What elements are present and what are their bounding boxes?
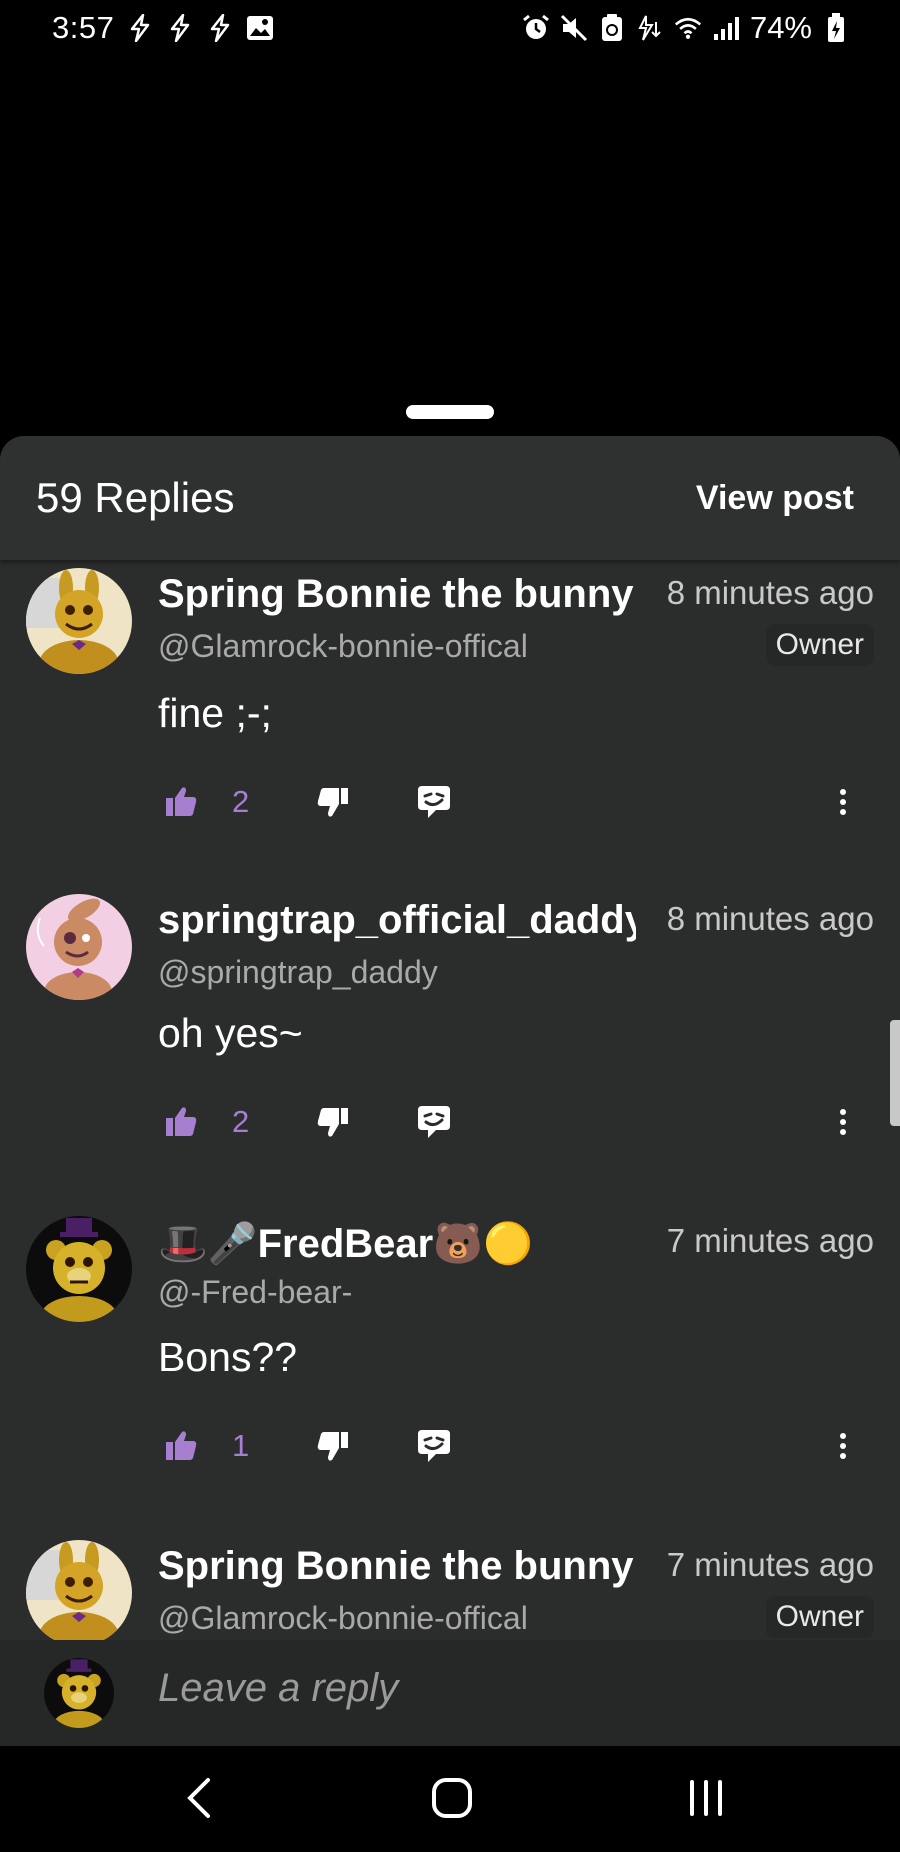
avatar[interactable] [26,1540,132,1640]
status-right: 74% [522,10,850,46]
list-item: Spring Bonnie the bunny 7 minutes ago @G… [0,1532,900,1640]
reply-icon[interactable] [414,782,454,822]
replies-list[interactable]: Spring Bonnie the bunny 8 minutes ago @G… [0,560,900,1640]
thumbs-down-icon[interactable] [312,1102,352,1142]
comment-actions: 2 [158,1102,858,1142]
owner-badge: Owner [765,1596,874,1638]
user-handle[interactable]: @springtrap_daddy [158,954,438,991]
list-item: Spring Bonnie the bunny 8 minutes ago @G… [0,560,900,882]
avatar[interactable] [26,1216,132,1322]
status-left: 3:57 [52,10,274,46]
flash-icon [206,14,234,42]
replies-count: 59 Replies [36,474,235,521]
reply-input[interactable]: Leave a reply [158,1666,398,1711]
thumbs-down-icon[interactable] [312,782,352,822]
avatar[interactable] [26,894,132,1000]
system-nav-bar [0,1746,900,1852]
username[interactable]: 🎩🎤FredBear🐻🟡 [158,1220,636,1267]
avatar [44,1658,114,1728]
status-bar: 3:57 74% [0,0,900,56]
flash-icon [166,14,194,42]
username[interactable]: Spring Bonnie the bunny [158,1544,636,1589]
reply-icon[interactable] [414,1426,454,1466]
timestamp: 7 minutes ago [666,1222,874,1259]
comment-text: Bons?? [158,1334,298,1380]
reply-icon[interactable] [414,1102,454,1142]
recents-icon[interactable] [676,1768,736,1828]
thumbs-down-icon[interactable] [312,1426,352,1466]
alarm-icon [522,14,550,42]
user-handle[interactable]: @Glamrock-bonnie-offical [158,628,528,665]
more-options-icon[interactable] [828,782,858,822]
scrollbar[interactable] [890,1020,900,1126]
sheet-header: 59 Replies View post [0,436,900,560]
signal-icon [712,14,740,42]
comment-text: oh yes~ [158,1010,303,1056]
gallery-icon [246,14,274,42]
comment-actions: 1 [158,1426,858,1466]
timestamp: 7 minutes ago [666,1546,874,1583]
timestamp: 8 minutes ago [666,574,874,611]
user-handle[interactable]: @-Fred-bear- [158,1274,352,1311]
back-icon[interactable] [170,1768,230,1828]
sync-icon [598,14,626,42]
home-icon[interactable] [422,1768,482,1828]
wifi-icon [674,14,702,42]
battery-percent: 74% [749,10,812,45]
battery-icon [822,13,850,42]
more-options-icon[interactable] [828,1426,858,1466]
username[interactable]: Spring Bonnie the bunny [158,572,636,617]
list-item: 🎩🎤FredBear🐻🟡 7 minutes ago @-Fred-bear- … [0,1208,900,1530]
sheet-drag-handle[interactable] [406,405,494,419]
view-post-link[interactable]: View post [696,479,854,518]
replies-sheet: 59 Replies View post Spring Bonnie the b… [0,436,900,1746]
username[interactable]: springtrap_official_daddy [158,898,636,943]
list-item: springtrap_official_daddy 8 minutes ago … [0,886,900,1208]
thumbs-up-icon[interactable] [162,782,202,822]
timestamp: 8 minutes ago [666,900,874,937]
thumbs-up-icon[interactable] [162,1426,202,1466]
comment-text: fine ;-; [158,690,272,736]
comment-actions: 2 [158,782,858,822]
avatar[interactable] [26,568,132,674]
like-count: 2 [232,1104,250,1139]
like-count: 1 [232,1428,250,1463]
status-time: 3:57 [52,10,115,45]
user-handle[interactable]: @Glamrock-bonnie-offical [158,1600,528,1637]
more-options-icon[interactable] [828,1102,858,1142]
mute-icon [560,14,588,42]
like-count: 2 [232,784,250,819]
flash-icon [126,14,154,42]
reply-bar[interactable]: Leave a reply [0,1640,900,1746]
owner-badge: Owner [765,624,874,666]
thumbs-up-icon[interactable] [162,1102,202,1142]
data-icon [636,14,664,42]
